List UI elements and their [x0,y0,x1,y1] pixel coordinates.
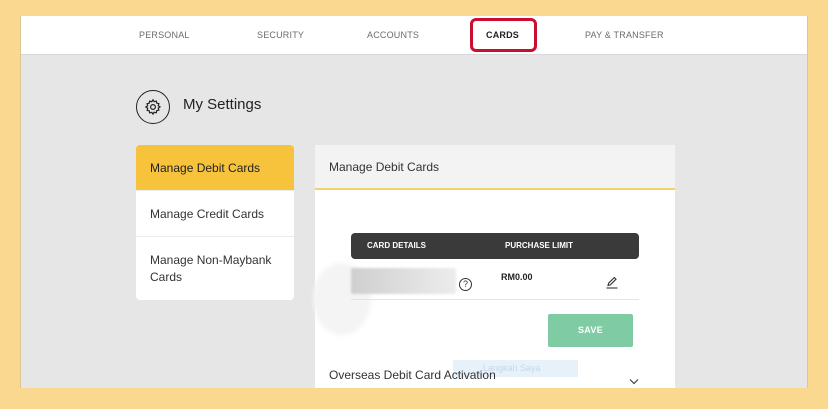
nav-security[interactable]: SECURITY [257,16,304,55]
sidebar-item-manage-debit-cards[interactable]: Manage Debit Cards [136,145,294,191]
help-icon[interactable]: ? [459,278,472,291]
panel-title: Manage Debit Cards [315,145,675,190]
settings-sidebar: Manage Debit Cards Manage Credit Cards M… [136,145,294,300]
redacted-card-details [351,268,456,294]
table-header: CARD DETAILS PURCHASE LIMIT [351,233,639,259]
app-frame: PERSONAL SECURITY ACCOUNTS CARDS PAY & T… [20,16,808,388]
chevron-down-icon[interactable] [629,372,639,388]
page-title: My Settings [183,96,262,113]
nav-pay-transfer[interactable]: PAY & TRANSFER [585,16,664,55]
save-button[interactable]: SAVE [548,314,633,347]
cards-highlight-box [470,18,537,52]
overseas-debit-card-activation[interactable]: Overseas Debit Card Activation [329,368,496,382]
top-navigation: PERSONAL SECURITY ACCOUNTS CARDS PAY & T… [21,16,807,55]
row-divider [351,299,639,300]
sidebar-item-label: Manage Debit Cards [150,160,261,175]
manage-debit-cards-panel: Manage Debit Cards CARD DETAILS PURCHASE… [313,145,675,388]
sidebar-item-manage-non-maybank-cards[interactable]: Manage Non-Maybank Cards [136,237,294,300]
column-header-purchase-limit: PURCHASE LIMIT [505,241,573,250]
column-header-card-details: CARD DETAILS [367,241,426,250]
purchase-limit-value: RM0.00 [501,272,533,282]
sidebar-item-manage-credit-cards[interactable]: Manage Credit Cards [136,191,294,237]
sidebar-item-label: Manage Credit Cards [150,206,265,221]
gear-icon [136,90,170,124]
sidebar-item-label: Manage Non-Maybank Cards [150,253,272,284]
nav-personal[interactable]: PERSONAL [139,16,190,55]
nav-accounts[interactable]: ACCOUNTS [367,16,419,55]
edit-icon[interactable] [605,275,619,294]
